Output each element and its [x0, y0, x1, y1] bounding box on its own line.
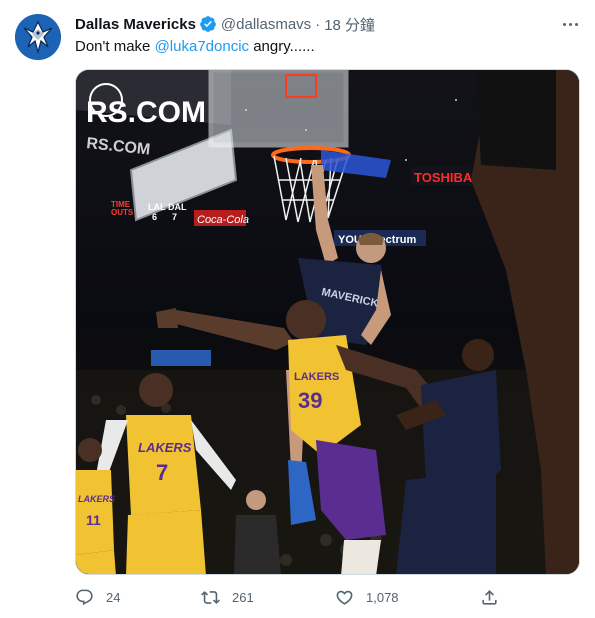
- share-icon: [482, 589, 497, 605]
- reply-icon: [76, 589, 93, 605]
- banner-text: RS.COM: [86, 96, 206, 129]
- tweet: Dallas Mavericks @dallasmavs · 18 分鐘 Don…: [0, 0, 595, 618]
- tweet-text-suffix: angry......: [249, 38, 315, 55]
- cocacola-sign: Coca-Cola: [197, 214, 249, 226]
- like-count: 1,078: [366, 589, 399, 605]
- mention-link[interactable]: @luka7doncic: [155, 38, 249, 55]
- mavericks-logo-icon: [15, 14, 61, 60]
- separator-dot: ·: [315, 15, 321, 33]
- avatar[interactable]: [15, 14, 61, 60]
- toshiba-sign: TOSHIBA: [414, 170, 473, 185]
- lakers7-jersey-text: LAKERS: [138, 440, 192, 455]
- retweet-icon: [201, 590, 220, 604]
- author-handle[interactable]: @dallasmavs: [221, 16, 311, 33]
- svg-text:OUTS: OUTS: [111, 208, 134, 217]
- reply-count: 24: [106, 589, 121, 605]
- lakers7-jersey-number: 7: [156, 460, 168, 485]
- tweet-actions: 24 261 1,078: [75, 586, 580, 608]
- retweet-button[interactable]: 261: [201, 586, 254, 608]
- share-button[interactable]: [480, 586, 499, 608]
- tweet-header: Dallas Mavericks @dallasmavs · 18 分鐘: [75, 13, 375, 35]
- reply-button[interactable]: 24: [75, 586, 120, 608]
- scoreboard-dal-val: 7: [172, 212, 177, 222]
- scoreboard-lal-val: 6: [152, 212, 157, 222]
- tweet-timestamp[interactable]: 18 分鐘: [324, 14, 375, 35]
- tweet-text: Don't make @luka7doncic angry......: [75, 37, 315, 57]
- dunk-photo: RS.COM RS.COM TOSHIBA YOUR pectrum Coca-…: [76, 70, 579, 574]
- tweet-text-prefix: Don't make: [75, 38, 155, 55]
- more-icon[interactable]: [560, 14, 580, 34]
- howard-jersey-text: LAKERS: [294, 371, 339, 383]
- author-name[interactable]: Dallas Mavericks: [75, 16, 196, 33]
- howard-jersey-number: 39: [298, 388, 322, 413]
- scoreboard-dal: DAL: [168, 202, 187, 212]
- tweet-media-image[interactable]: RS.COM RS.COM TOSHIBA YOUR pectrum Coca-…: [75, 69, 580, 575]
- verified-icon: [199, 15, 217, 33]
- like-button[interactable]: 1,078: [335, 586, 399, 608]
- lakers11-jersey-text: LAKERS: [78, 494, 115, 504]
- scoreboard-lal: LAL: [148, 202, 166, 212]
- like-icon: [336, 590, 353, 605]
- retweet-count: 261: [232, 589, 254, 605]
- backboard: [208, 70, 349, 148]
- lakers11-jersey-number: 11: [86, 512, 101, 528]
